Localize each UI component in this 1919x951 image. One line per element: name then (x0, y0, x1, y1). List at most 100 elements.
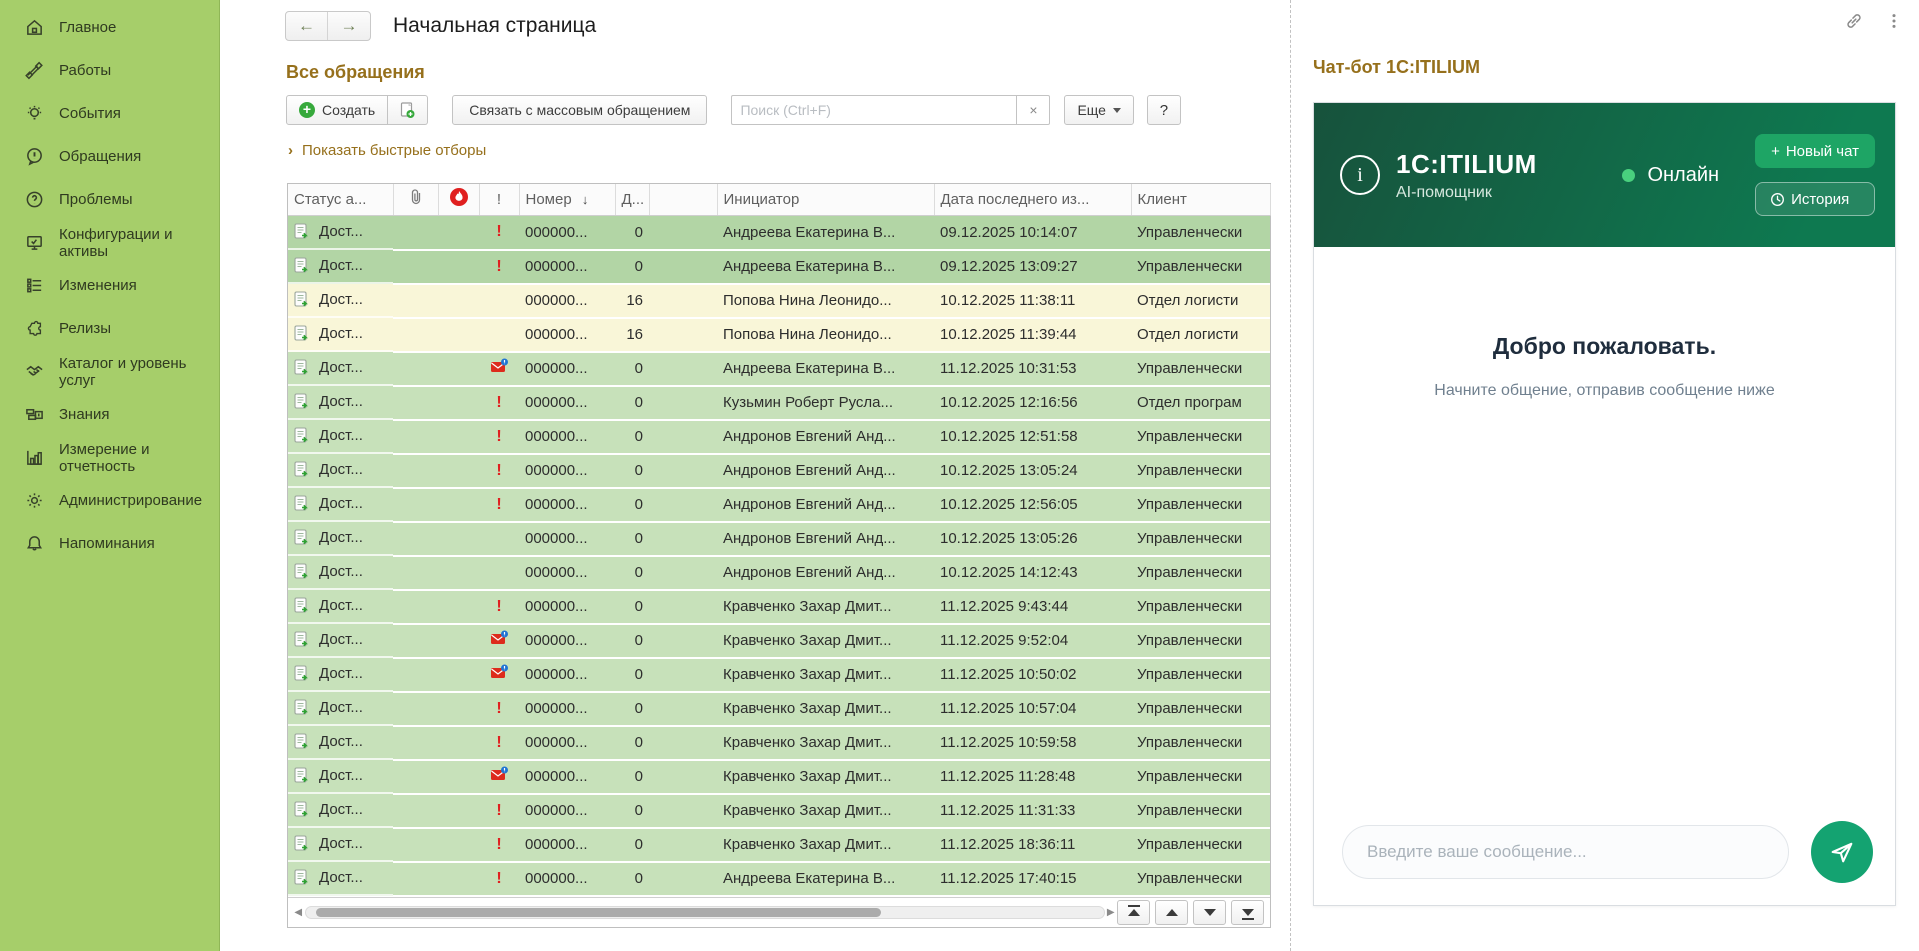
column-days[interactable]: Д... (615, 184, 649, 215)
days-cell[interactable]: 0 (615, 862, 649, 896)
attachment-cell[interactable] (393, 828, 438, 862)
urgent-cell[interactable] (438, 658, 479, 692)
sidebar-item-5[interactable]: Проблемы (0, 178, 219, 221)
blank-cell[interactable] (649, 386, 717, 420)
blank-cell[interactable] (649, 250, 717, 284)
table-row[interactable]: Дост...!000000...0Андронов Евгений Анд..… (288, 454, 1270, 488)
flag-cell[interactable] (479, 318, 519, 352)
table-row[interactable]: Дост...000000...0Андронов Евгений Анд...… (288, 522, 1270, 556)
attachment-cell[interactable] (393, 488, 438, 522)
initiator-cell[interactable]: Кравченко Захар Дмит... (717, 794, 934, 828)
column-urgent[interactable] (438, 184, 479, 215)
client-cell[interactable]: Управленчески (1131, 862, 1270, 896)
column-blank[interactable] (649, 184, 717, 215)
sidebar-item-8[interactable]: Релизы (0, 307, 219, 350)
scroll-to-bottom-button[interactable] (1231, 900, 1264, 925)
status-cell[interactable]: Дост... (288, 352, 393, 386)
attachment-cell[interactable] (393, 726, 438, 760)
days-cell[interactable]: 16 (615, 284, 649, 318)
table-row[interactable]: Дост...!000000...0Андронов Евгений Анд..… (288, 420, 1270, 454)
days-cell[interactable]: 0 (615, 590, 649, 624)
date-cell[interactable]: 10.12.2025 12:51:58 (934, 420, 1131, 454)
status-cell[interactable]: Дост... (288, 590, 393, 624)
blank-cell[interactable] (649, 420, 717, 454)
initiator-cell[interactable]: Кравченко Захар Дмит... (717, 658, 934, 692)
number-cell[interactable]: 000000... (519, 488, 615, 522)
attachment-cell[interactable] (393, 284, 438, 318)
attachment-cell[interactable] (393, 250, 438, 284)
client-cell[interactable]: Управленчески (1131, 828, 1270, 862)
client-cell[interactable]: Управленчески (1131, 760, 1270, 794)
flag-cell[interactable]: ! (479, 420, 519, 454)
date-cell[interactable]: 11.12.2025 10:57:04 (934, 692, 1131, 726)
number-cell[interactable]: 000000... (519, 862, 615, 896)
forward-button[interactable]: → (328, 12, 370, 40)
help-button[interactable]: ? (1147, 95, 1181, 125)
urgent-cell[interactable] (438, 386, 479, 420)
date-cell[interactable]: 11.12.2025 11:31:33 (934, 794, 1131, 828)
initiator-cell[interactable]: Попова Нина Леонидо... (717, 284, 934, 318)
quick-filters-toggle[interactable]: ›Показать быстрые отборы (288, 142, 1290, 159)
status-cell[interactable]: Дост... (288, 250, 393, 284)
column-exclamation[interactable]: ! (479, 184, 519, 215)
flag-cell[interactable]: ! (479, 692, 519, 726)
flag-cell[interactable]: ! (479, 250, 519, 284)
urgent-cell[interactable] (438, 420, 479, 454)
kebab-menu-icon[interactable] (1885, 12, 1903, 30)
column-initiator[interactable]: Инициатор (717, 184, 934, 215)
flag-cell[interactable] (479, 522, 519, 556)
client-cell[interactable]: Управленчески (1131, 454, 1270, 488)
flag-cell[interactable] (479, 284, 519, 318)
back-button[interactable]: ← (286, 12, 328, 40)
sidebar-item-12[interactable]: Администрирование (0, 479, 219, 522)
status-cell[interactable]: Дост... (288, 556, 393, 590)
number-cell[interactable]: 000000... (519, 590, 615, 624)
number-cell[interactable]: 000000... (519, 386, 615, 420)
days-cell[interactable]: 0 (615, 794, 649, 828)
hscroll-left-button[interactable]: ◀ (292, 903, 305, 921)
attachment-cell[interactable] (393, 454, 438, 488)
days-cell[interactable]: 0 (615, 760, 649, 794)
scroll-to-top-button[interactable] (1117, 900, 1150, 925)
attachment-cell[interactable] (393, 760, 438, 794)
sidebar-item-2[interactable]: Работы (0, 49, 219, 92)
urgent-cell[interactable] (438, 794, 479, 828)
date-cell[interactable]: 10.12.2025 12:56:05 (934, 488, 1131, 522)
table-row[interactable]: Дост...!000000...0Кравченко Захар Дмит..… (288, 828, 1270, 862)
status-cell[interactable]: Дост... (288, 794, 393, 828)
table-row[interactable]: Дост...000000...16Попова Нина Леонидо...… (288, 318, 1270, 352)
flag-cell[interactable] (479, 556, 519, 590)
sidebar-item-13[interactable]: Напоминания (0, 522, 219, 565)
attachment-cell[interactable] (393, 658, 438, 692)
table-row[interactable]: Дост...000000...16Попова Нина Леонидо...… (288, 284, 1270, 318)
blank-cell[interactable] (649, 318, 717, 352)
attachment-cell[interactable] (393, 522, 438, 556)
blank-cell[interactable] (649, 215, 717, 250)
initiator-cell[interactable]: Андронов Евгений Анд... (717, 522, 934, 556)
blank-cell[interactable] (649, 522, 717, 556)
flag-cell[interactable]: ! (479, 386, 519, 420)
days-cell[interactable]: 0 (615, 250, 649, 284)
status-cell[interactable]: Дост... (288, 692, 393, 726)
date-cell[interactable]: 09.12.2025 10:14:07 (934, 215, 1131, 250)
flag-cell[interactable]: ! (479, 454, 519, 488)
initiator-cell[interactable]: Андреева Екатерина В... (717, 862, 934, 896)
days-cell[interactable]: 0 (615, 386, 649, 420)
initiator-cell[interactable]: Андреева Екатерина В... (717, 250, 934, 284)
link-mass-request-button[interactable]: Связать с массовым обращением (452, 95, 707, 125)
table-row[interactable]: Дост...!000000...0Андреева Екатерина В..… (288, 215, 1270, 250)
days-cell[interactable]: 0 (615, 454, 649, 488)
column-date[interactable]: Дата последнего из... (934, 184, 1131, 215)
date-cell[interactable]: 11.12.2025 18:36:11 (934, 828, 1131, 862)
urgent-cell[interactable] (438, 590, 479, 624)
flag-cell[interactable]: ! (479, 215, 519, 250)
days-cell[interactable]: 0 (615, 488, 649, 522)
table-row[interactable]: Дост...000000...0Андронов Евгений Анд...… (288, 556, 1270, 590)
number-cell[interactable]: 000000... (519, 828, 615, 862)
status-cell[interactable]: Дост... (288, 216, 393, 250)
urgent-cell[interactable] (438, 760, 479, 794)
new-chat-button[interactable]: +Новый чат (1755, 134, 1875, 168)
sidebar-item-10[interactable]: Знания (0, 393, 219, 436)
number-cell[interactable]: 000000... (519, 352, 615, 386)
blank-cell[interactable] (649, 658, 717, 692)
